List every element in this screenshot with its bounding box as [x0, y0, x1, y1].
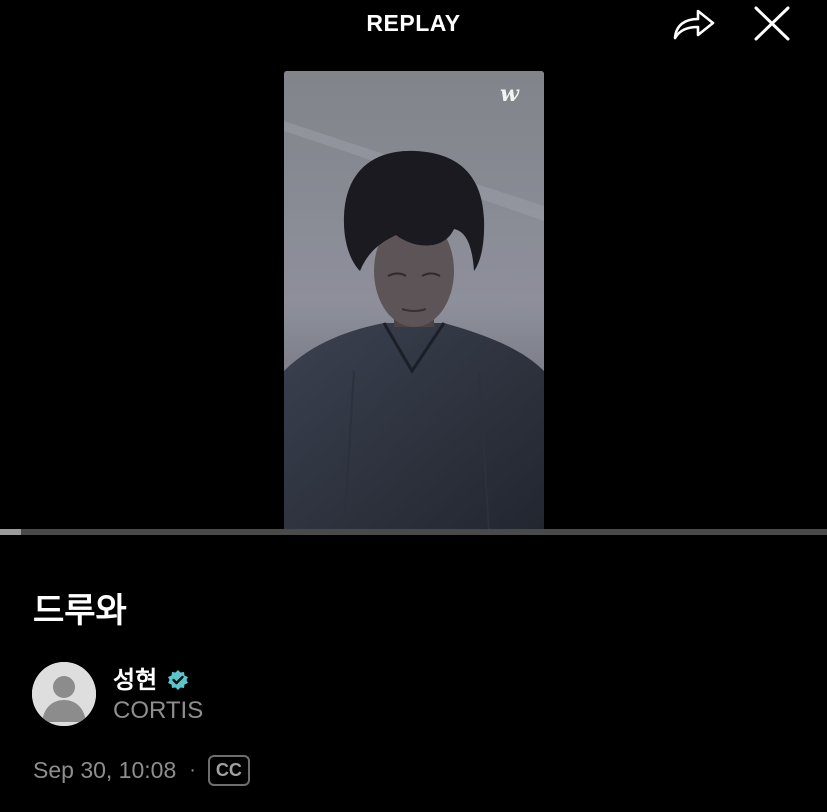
close-button[interactable]: [748, 2, 794, 44]
artist-name[interactable]: 성현: [113, 664, 157, 696]
post-date: Sep 30, 10:08: [33, 756, 177, 783]
video-player[interactable]: w: [284, 71, 544, 532]
default-avatar-icon: [32, 662, 96, 726]
post-meta: Sep 30, 10:08 · CC: [33, 754, 250, 786]
share-arrow-icon: [673, 9, 715, 40]
video-frame-image: w: [284, 71, 544, 532]
group-name[interactable]: CORTIS: [113, 695, 203, 727]
playback-progress-bar[interactable]: [0, 529, 827, 535]
video-title: 드루와: [33, 591, 127, 631]
meta-separator: ·: [189, 758, 196, 781]
share-button[interactable]: [668, 2, 722, 44]
verified-badge-icon: [167, 669, 189, 691]
avatar[interactable]: [32, 662, 96, 726]
captions-button[interactable]: CC: [207, 754, 250, 786]
progress-fill: [0, 529, 21, 535]
weverse-logo-icon: w: [500, 81, 520, 107]
close-x-icon: [754, 6, 790, 41]
